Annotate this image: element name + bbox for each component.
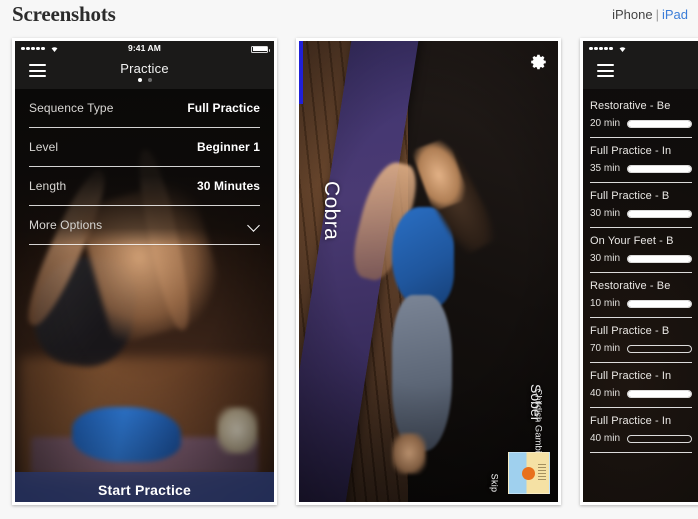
gear-icon[interactable] — [530, 53, 548, 71]
battery-icon — [251, 45, 270, 53]
now-playing-track: Sober — [528, 384, 544, 422]
list-item[interactable]: On Your Feet - B 30 min — [590, 228, 692, 273]
page-title: Screenshots — [12, 2, 116, 26]
nav-bar: Practice — [15, 56, 274, 89]
status-bar: 9:41 AM — [15, 41, 274, 56]
history-title: Full Practice - In — [590, 145, 672, 157]
option-value: Beginner 1 — [196, 140, 260, 154]
history-progress-bar — [627, 344, 692, 353]
wifi-icon — [618, 45, 627, 53]
history-duration: 40 min — [590, 388, 621, 399]
history-meta: 20 min — [590, 118, 692, 129]
screenshot-thumbnail-3[interactable]: Restorative - Be 20 min Full Practice - … — [580, 38, 698, 505]
option-label: More Options — [29, 218, 103, 232]
list-item[interactable]: Full Practice - B 70 min — [590, 318, 692, 363]
list-item[interactable]: Restorative - Be 20 min — [590, 93, 692, 138]
pose-progress-bar — [299, 41, 303, 104]
status-bar — [583, 41, 698, 56]
chevron-down-icon — [248, 219, 260, 231]
history-progress-bar — [627, 209, 692, 218]
practice-setup-body: Sequence Type Full Practice Level Beginn… — [15, 89, 274, 502]
option-row-length[interactable]: Length 30 Minutes — [29, 167, 260, 206]
list-item[interactable]: Full Practice - In 40 min — [590, 363, 692, 408]
history-duration: 40 min — [590, 433, 621, 444]
history-meta: 40 min — [590, 388, 692, 399]
history-title: On Your Feet - B — [590, 235, 674, 247]
nav-bar — [583, 56, 698, 89]
option-row-sequence-type[interactable]: Sequence Type Full Practice — [29, 89, 260, 128]
history-body: Restorative - Be 20 min Full Practice - … — [583, 89, 698, 502]
skip-track-button[interactable]: Skip ▶❘ — [485, 474, 504, 493]
history-progress-bar — [627, 119, 692, 128]
history-meta: 30 min — [590, 253, 692, 264]
page-indicator-dots — [15, 78, 274, 82]
platform-option-ipad[interactable]: iPad — [662, 7, 688, 22]
album-art-thumbnail[interactable] — [508, 452, 550, 494]
history-duration: 30 min — [590, 208, 621, 219]
screen-practice-history: Restorative - Be 20 min Full Practice - … — [583, 41, 698, 502]
option-value: Full Practice — [187, 101, 260, 115]
list-item[interactable]: Full Practice - B 30 min — [590, 183, 692, 228]
history-title: Full Practice - B — [590, 190, 670, 202]
start-practice-button[interactable]: Start Practice — [15, 472, 274, 502]
screen-pose-player: Cobra Childish Gambino Sober Skip ▶❘ — [299, 41, 558, 502]
history-meta: 10 min — [590, 298, 692, 309]
option-label: Length — [29, 179, 67, 193]
history-progress-bar — [627, 434, 692, 443]
option-value: 30 Minutes — [196, 179, 260, 193]
list-item[interactable]: Full Practice - In 40 min — [590, 408, 692, 453]
history-duration: 30 min — [590, 253, 621, 264]
history-title: Restorative - Be — [590, 280, 671, 292]
page-header: Screenshots iPhone | iPad — [0, 0, 698, 38]
history-progress-bar — [627, 164, 692, 173]
signal-dots-icon — [589, 46, 613, 51]
history-duration: 70 min — [590, 343, 621, 354]
history-title: Full Practice - In — [590, 370, 672, 382]
pose-name-label: Cobra — [320, 181, 343, 241]
platform-separator: | — [655, 7, 659, 22]
history-progress-bar — [627, 299, 692, 308]
hamburger-icon[interactable] — [597, 64, 614, 77]
screenshot-gallery: 9:41 AM Practice Sequence Type Full Prac… — [0, 38, 698, 519]
status-bar-left — [589, 41, 627, 56]
option-label: Level — [29, 140, 59, 154]
history-title: Full Practice - B — [590, 325, 670, 337]
option-label: Sequence Type — [29, 101, 114, 115]
platform-option-iphone[interactable]: iPhone — [612, 7, 652, 22]
history-progress-bar — [627, 254, 692, 263]
history-meta: 30 min — [590, 208, 692, 219]
album-art-blob — [522, 466, 535, 480]
history-meta: 35 min — [590, 163, 692, 174]
history-meta: 40 min — [590, 433, 692, 444]
option-row-level[interactable]: Level Beginner 1 — [29, 128, 260, 167]
practice-options-list: Sequence Type Full Practice Level Beginn… — [15, 89, 274, 245]
list-item[interactable]: Restorative - Be 10 min — [590, 273, 692, 318]
list-item[interactable]: Full Practice - In 35 min — [590, 138, 692, 183]
album-art-text — [538, 464, 546, 482]
nav-title: Practice — [120, 61, 169, 76]
status-bar-time: 9:41 AM — [128, 43, 161, 53]
screenshot-thumbnail-1[interactable]: 9:41 AM Practice Sequence Type Full Prac… — [12, 38, 277, 505]
practice-history-list: Restorative - Be 20 min Full Practice - … — [583, 93, 698, 453]
screen-practice-setup: 9:41 AM Practice Sequence Type Full Prac… — [15, 41, 274, 502]
platform-toggle: iPhone | iPad — [612, 7, 688, 22]
option-row-more-options[interactable]: More Options — [29, 206, 260, 245]
history-progress-bar — [627, 389, 692, 398]
screenshot-thumbnail-2[interactable]: Cobra Childish Gambino Sober Skip ▶❘ — [296, 38, 561, 505]
history-title: Restorative - Be — [590, 100, 671, 112]
history-title: Full Practice - In — [590, 415, 672, 427]
history-meta: 70 min — [590, 343, 692, 354]
history-duration: 10 min — [590, 298, 621, 309]
skip-label: Skip — [489, 473, 500, 493]
history-duration: 35 min — [590, 163, 621, 174]
history-duration: 20 min — [590, 118, 621, 129]
